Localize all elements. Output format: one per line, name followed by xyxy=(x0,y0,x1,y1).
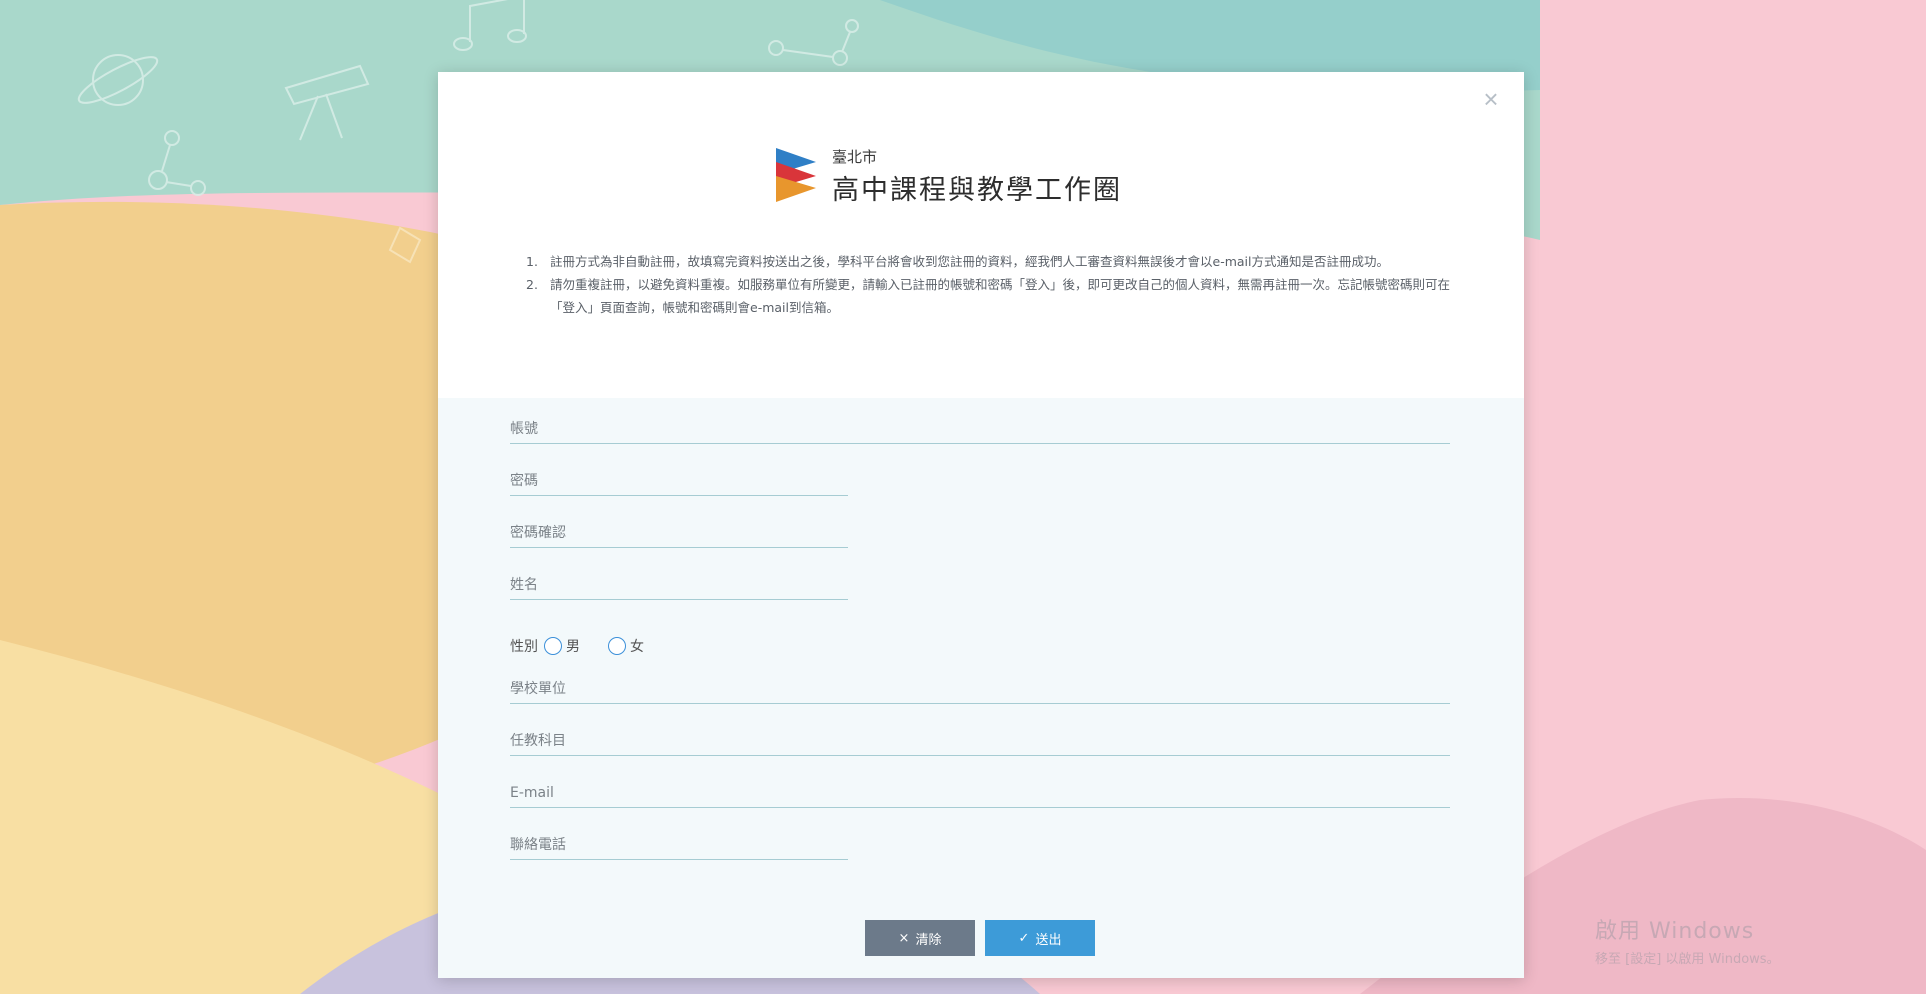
submit-button[interactable]: ✓ 送出 xyxy=(985,920,1095,956)
windows-activation-watermark: 啟用 Windows 移至 [設定] 以啟用 Windows。 xyxy=(1595,913,1780,967)
clear-button[interactable]: × 清除 xyxy=(865,920,975,956)
close-icon[interactable]: × xyxy=(1476,84,1506,114)
brand-city: 臺北市 xyxy=(832,148,878,166)
clear-button-label: 清除 xyxy=(915,932,942,948)
watermark-line-1: 啟用 Windows xyxy=(1595,919,1755,944)
subject-input[interactable] xyxy=(510,718,1450,756)
registration-modal: × 臺北市 高中課程與教學工作圈 1. 註冊方式為非自動註冊，故填寫完資料按送出… xyxy=(438,72,1524,978)
account-input[interactable] xyxy=(510,406,1450,444)
x-icon: × xyxy=(898,930,910,946)
email-input[interactable] xyxy=(510,770,1450,808)
password-input[interactable] xyxy=(510,458,848,496)
registration-notes: 1. 註冊方式為非自動註冊，故填寫完資料按送出之後，學科平台將會收到您註冊的資料… xyxy=(518,250,1458,319)
gender-option-label: 女 xyxy=(630,639,644,655)
check-icon: ✓ xyxy=(1018,930,1030,946)
note-text: 請勿重複註冊，以避免資料重複。如服務單位有所變更，請輸入已註冊的帳號和密碼「登入… xyxy=(550,277,1451,315)
gender-option-label: 男 xyxy=(566,639,580,655)
gender-label: 性別 xyxy=(510,639,538,655)
note-number: 2. xyxy=(526,277,538,292)
watermark-line-2: 移至 [設定] 以啟用 Windows。 xyxy=(1595,952,1780,967)
phone-input[interactable] xyxy=(510,822,848,860)
brand-title: 高中課程與教學工作圈 xyxy=(832,175,1122,206)
note-item: 2. 請勿重複註冊，以避免資料重複。如服務單位有所變更，請輸入已註冊的帳號和密碼… xyxy=(518,273,1458,319)
submit-button-label: 送出 xyxy=(1035,932,1062,948)
logo-icon xyxy=(776,148,816,202)
school-input[interactable] xyxy=(510,666,1450,704)
radio-circle-icon xyxy=(608,637,626,655)
gender-radio-female[interactable]: 女 xyxy=(608,636,644,656)
gender-radio-male[interactable]: 男 xyxy=(544,636,580,656)
note-text: 註冊方式為非自動註冊，故填寫完資料按送出之後，學科平台將會收到您註冊的資料，經我… xyxy=(550,254,1389,269)
note-number: 1. xyxy=(526,254,538,269)
note-item: 1. 註冊方式為非自動註冊，故填寫完資料按送出之後，學科平台將會收到您註冊的資料… xyxy=(518,250,1458,273)
brand-header: 臺北市 高中課程與教學工作圈 xyxy=(776,144,1196,208)
name-input[interactable] xyxy=(510,562,848,600)
gender-group: 性別 男 女 xyxy=(510,636,672,656)
password-confirm-input[interactable] xyxy=(510,510,848,548)
radio-circle-icon xyxy=(544,637,562,655)
